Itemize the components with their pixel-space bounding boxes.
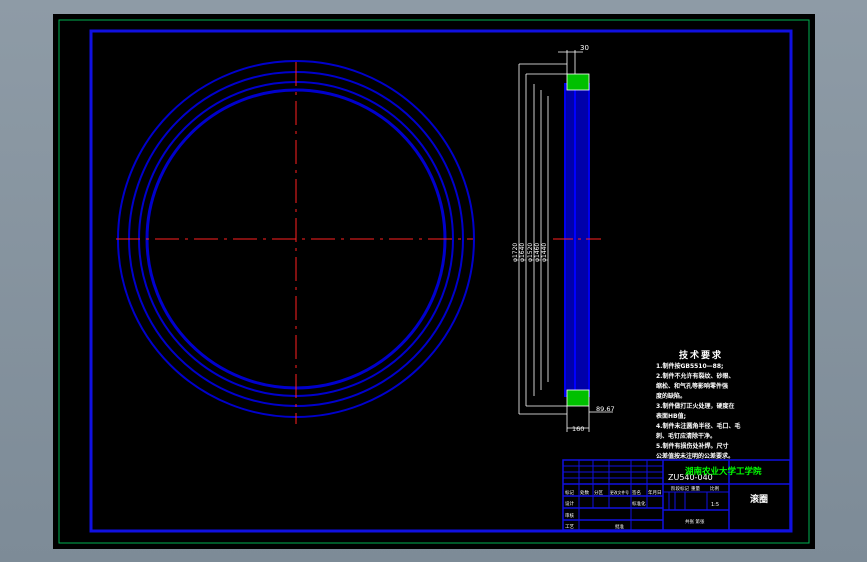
cad-drawing-canvas[interactable]: 30 φ1720 φ1640 φ1520 φ1460 φ1440 89.67 1…	[53, 14, 815, 549]
scale-value: 1:5	[711, 502, 719, 508]
hdr-stage: 阶段标记	[671, 485, 689, 492]
tech-req-line: 3.制件做打正火处理，硬度在	[656, 402, 734, 410]
row-label: 分区	[594, 489, 603, 496]
tech-requirements: 技术要求 1.制件按GB5510—88; 2.制件不允许有裂纹、砂眼、 缩松、和…	[655, 349, 740, 460]
row-label: 处数	[580, 489, 589, 496]
role-design: 设计	[565, 500, 574, 507]
tech-req-line: 公差值按未注明的公差要求。	[656, 452, 734, 460]
dim-dia-3: φ1520	[527, 243, 534, 262]
role-check: 审核	[565, 512, 574, 519]
hatch-top	[566, 73, 590, 91]
tech-req-line: 刺、毛钉应清除干净。	[655, 432, 716, 440]
front-view	[116, 60, 475, 424]
row-label: 年月日	[648, 489, 662, 496]
row-label: 签名	[632, 489, 641, 496]
section-body	[564, 83, 590, 397]
outer-frame	[58, 19, 810, 544]
tech-req-line: 度的缺陷。	[656, 392, 686, 400]
drawing-svg: 30 φ1720 φ1640 φ1520 φ1460 φ1440 89.67 1…	[58, 19, 810, 544]
sheet-text: 共张 第张	[685, 518, 705, 525]
side-view	[518, 50, 613, 432]
tech-req-line: 缩松、和气孔等影响零件强	[656, 382, 728, 390]
tech-req-line: 1.制件按GB5510—88;	[656, 362, 723, 370]
row-label: 更改文件号	[610, 490, 629, 495]
tech-req-line: 表面HB值;	[655, 412, 686, 420]
title-block: ZU540-040 湖南农业大学工学院 滚圈 阶段标记 重量 比例 1:5 标记…	[562, 459, 791, 531]
role-approve: 批准	[615, 523, 624, 530]
tech-req-line: 2.制件不允许有裂纹、砂眼、	[656, 372, 734, 380]
dim-bottom-width: 160	[572, 425, 584, 433]
dim-top-width: 30	[580, 44, 589, 52]
role-std: 标准化	[632, 500, 646, 507]
dim-right: 89.67	[596, 405, 615, 413]
dim-dia-inner: φ1440	[541, 243, 548, 262]
hdr-weight: 重量	[691, 485, 700, 492]
tech-req-title: 技术要求	[679, 349, 723, 361]
dim-dia-4: φ1460	[534, 243, 541, 262]
dim-dia-2: φ1640	[519, 243, 526, 262]
hdr-scale: 比例	[710, 485, 719, 492]
row-label: 标记	[565, 489, 574, 496]
tech-req-line: 4.制件未注圆角半径、毛口、毛	[656, 422, 740, 430]
tech-req-line: 5.制件有损伤处补焊。尺寸	[656, 442, 728, 450]
hatch-bottom	[566, 389, 590, 407]
dim-dia-outer: φ1720	[512, 243, 519, 262]
school-name: 湖南农业大学工学院	[685, 466, 762, 477]
part-name: 滚圈	[750, 493, 768, 505]
role-process: 工艺	[565, 524, 574, 530]
